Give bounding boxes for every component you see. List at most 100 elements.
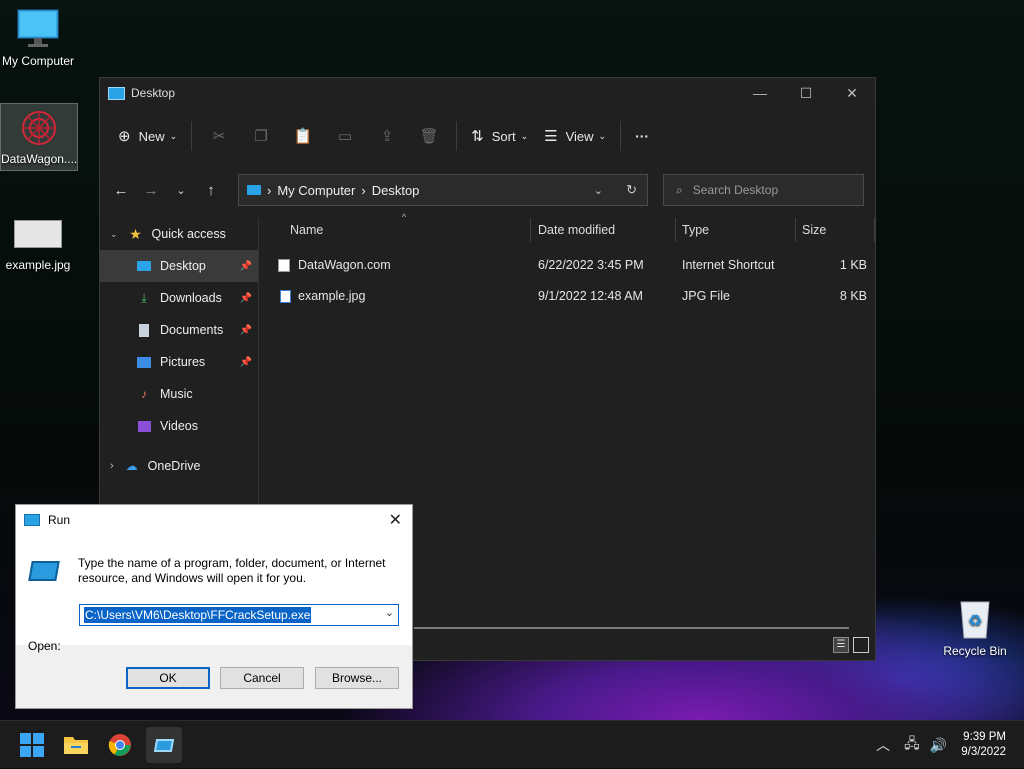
chevron-down-icon: ⌄ (598, 130, 607, 141)
clock[interactable]: 9:39 PM 9/3/2022 (961, 730, 1006, 760)
chevron-right-icon: › (361, 182, 366, 198)
refresh-button[interactable]: ↻ (626, 182, 637, 198)
clipboard-icon: 📋 (293, 128, 313, 145)
nav-item-desktop[interactable]: Desktop 📌 (100, 250, 258, 282)
nav-item-videos[interactable]: Videos (100, 410, 258, 442)
chevron-down-icon[interactable]: ⌄ (385, 606, 394, 619)
run-taskbar-button[interactable] (146, 727, 182, 763)
cut-button[interactable]: ✂ (198, 120, 240, 152)
column-size[interactable]: Size (802, 223, 826, 237)
nav-item-pictures[interactable]: Pictures 📌 (100, 346, 258, 378)
new-label: New (138, 128, 165, 144)
video-icon (136, 419, 152, 433)
run-titlebar[interactable]: Run (16, 505, 412, 535)
nav-item-onedrive[interactable]: › ☁ OneDrive (100, 450, 258, 482)
file-explorer-taskbar-button[interactable] (58, 727, 94, 763)
nav-item-documents[interactable]: Documents 📌 (100, 314, 258, 346)
minimize-button[interactable]: — (737, 78, 783, 108)
file-row[interactable]: example.jpg 9/1/2022 12:48 AM JPG File 8… (260, 281, 875, 312)
chevron-down-icon: ⌄ (110, 228, 118, 239)
volume-icon[interactable]: 🔊 (930, 737, 947, 754)
monitor-icon (16, 8, 60, 50)
pin-icon: 📌 (239, 260, 252, 272)
column-type[interactable]: Type (682, 223, 709, 237)
maximize-button[interactable]: ☐ (783, 78, 829, 108)
clock-time: 9:39 PM (963, 731, 1006, 743)
search-placeholder: Search Desktop (692, 183, 779, 197)
nav-label: Downloads (160, 291, 222, 305)
open-combobox[interactable]: C:\Users\VM6\Desktop\FFCrackSetup.exe ⌄ (79, 604, 399, 626)
network-icon[interactable]: 🖧 (904, 733, 920, 757)
back-button[interactable]: ← (106, 182, 136, 199)
windows-logo-icon (20, 733, 44, 757)
music-icon: ♪ (141, 387, 147, 401)
taskbar: ︿ 🖧 🔊 9:39 PM 9/3/2022 (0, 720, 1024, 768)
ok-button[interactable]: OK (126, 667, 210, 689)
recycle-bin-icon: ♻ (955, 596, 995, 640)
file-type: JPG File (682, 289, 730, 303)
chrome-taskbar-button[interactable] (102, 727, 138, 763)
desktop-icon-my-computer[interactable]: My Computer (0, 8, 76, 68)
download-icon: ⤓ (141, 290, 147, 305)
address-dropdown-button[interactable]: ⌄ (594, 184, 603, 197)
horizontal-scrollbar[interactable] (414, 627, 849, 629)
nav-quick-access[interactable]: ⌄ ★ Quick access (100, 218, 258, 250)
system-tray: ︿ 🖧 🔊 9:39 PM 9/3/2022 (876, 721, 1024, 769)
sort-button[interactable]: ⇅ Sort ⌄ (463, 120, 536, 152)
star-icon: ★ (129, 225, 142, 242)
new-button[interactable]: ⊕ New ⌄ (110, 120, 185, 152)
delete-button[interactable]: 🗑 (408, 120, 450, 152)
document-icon (136, 323, 152, 337)
file-row[interactable]: DataWagon.com 6/22/2022 3:45 PM Internet… (260, 250, 875, 281)
sort-label: Sort (491, 128, 516, 144)
nav-item-music[interactable]: ♪ Music (100, 378, 258, 410)
chrome-icon (108, 734, 131, 756)
nav-label: Desktop (160, 259, 206, 273)
nav-label: Videos (160, 419, 198, 433)
desktop-icon-label: example.jpg (5, 258, 71, 272)
cancel-button[interactable]: Cancel (220, 667, 304, 689)
nav-label: Quick access (151, 227, 226, 241)
jpg-file-icon (280, 290, 291, 303)
forward-button[interactable]: → (136, 182, 166, 199)
breadcrumb-desktop[interactable]: Desktop (372, 183, 420, 198)
desktop-icon-label: Recycle Bin (943, 644, 1007, 658)
paste-button[interactable]: 📋 (282, 120, 324, 152)
close-button[interactable]: ✕ (829, 78, 875, 108)
sort-icon: ⇅ (471, 128, 484, 145)
browse-button[interactable]: Browse... (315, 667, 399, 689)
breadcrumb-my-computer[interactable]: My Computer (277, 183, 355, 198)
file-size: 1 KB (839, 258, 867, 272)
address-bar[interactable]: › My Computer › Desktop ⌄ ↻ (238, 174, 648, 206)
rename-button[interactable]: ▭ (324, 120, 366, 152)
nav-item-downloads[interactable]: ⤓ Downloads 📌 (100, 282, 258, 314)
start-button[interactable] (14, 727, 50, 763)
pictures-icon (136, 355, 152, 369)
details-view-button[interactable]: ☰ (833, 637, 849, 653)
desktop-icon-example-jpg[interactable]: example.jpg (0, 220, 76, 272)
search-box[interactable]: ⌕ Search Desktop (663, 174, 864, 206)
copy-button[interactable]: ❐ (240, 120, 282, 152)
open-input-value: C:\Users\VM6\Desktop\FFCrackSetup.exe (84, 607, 312, 623)
more-options-button[interactable]: ··· (627, 120, 657, 152)
file-size: 8 KB (839, 289, 867, 303)
plus-circle-icon: ⊕ (118, 128, 131, 145)
nav-label: Music (160, 387, 193, 401)
column-date-modified[interactable]: Date modified (538, 223, 615, 237)
desktop-icon-recycle-bin[interactable]: ♻ Recycle Bin (937, 596, 1013, 658)
cloud-icon: ☁ (125, 459, 138, 473)
tiles-view-button[interactable] (853, 637, 869, 653)
run-body: Type the name of a program, folder, docu… (16, 535, 412, 653)
desktop-icon-datawagon[interactable]: DataWagon.... (0, 103, 78, 171)
column-name[interactable]: Name (290, 223, 323, 237)
recent-locations-button[interactable]: ⌄ (166, 184, 196, 197)
nav-label: Pictures (160, 355, 206, 369)
clock-date: 9/3/2022 (961, 746, 1006, 758)
chevron-up-icon[interactable]: ︿ (876, 735, 890, 755)
up-button[interactable]: ↑ (196, 182, 226, 199)
close-icon[interactable]: ✕ (389, 510, 402, 530)
view-button[interactable]: ☰ View ⌄ (536, 120, 614, 152)
share-button[interactable]: ⇪ (366, 120, 408, 152)
file-type: Internet Shortcut (682, 258, 775, 272)
desktop-icon-label: DataWagon.... (1, 152, 78, 166)
